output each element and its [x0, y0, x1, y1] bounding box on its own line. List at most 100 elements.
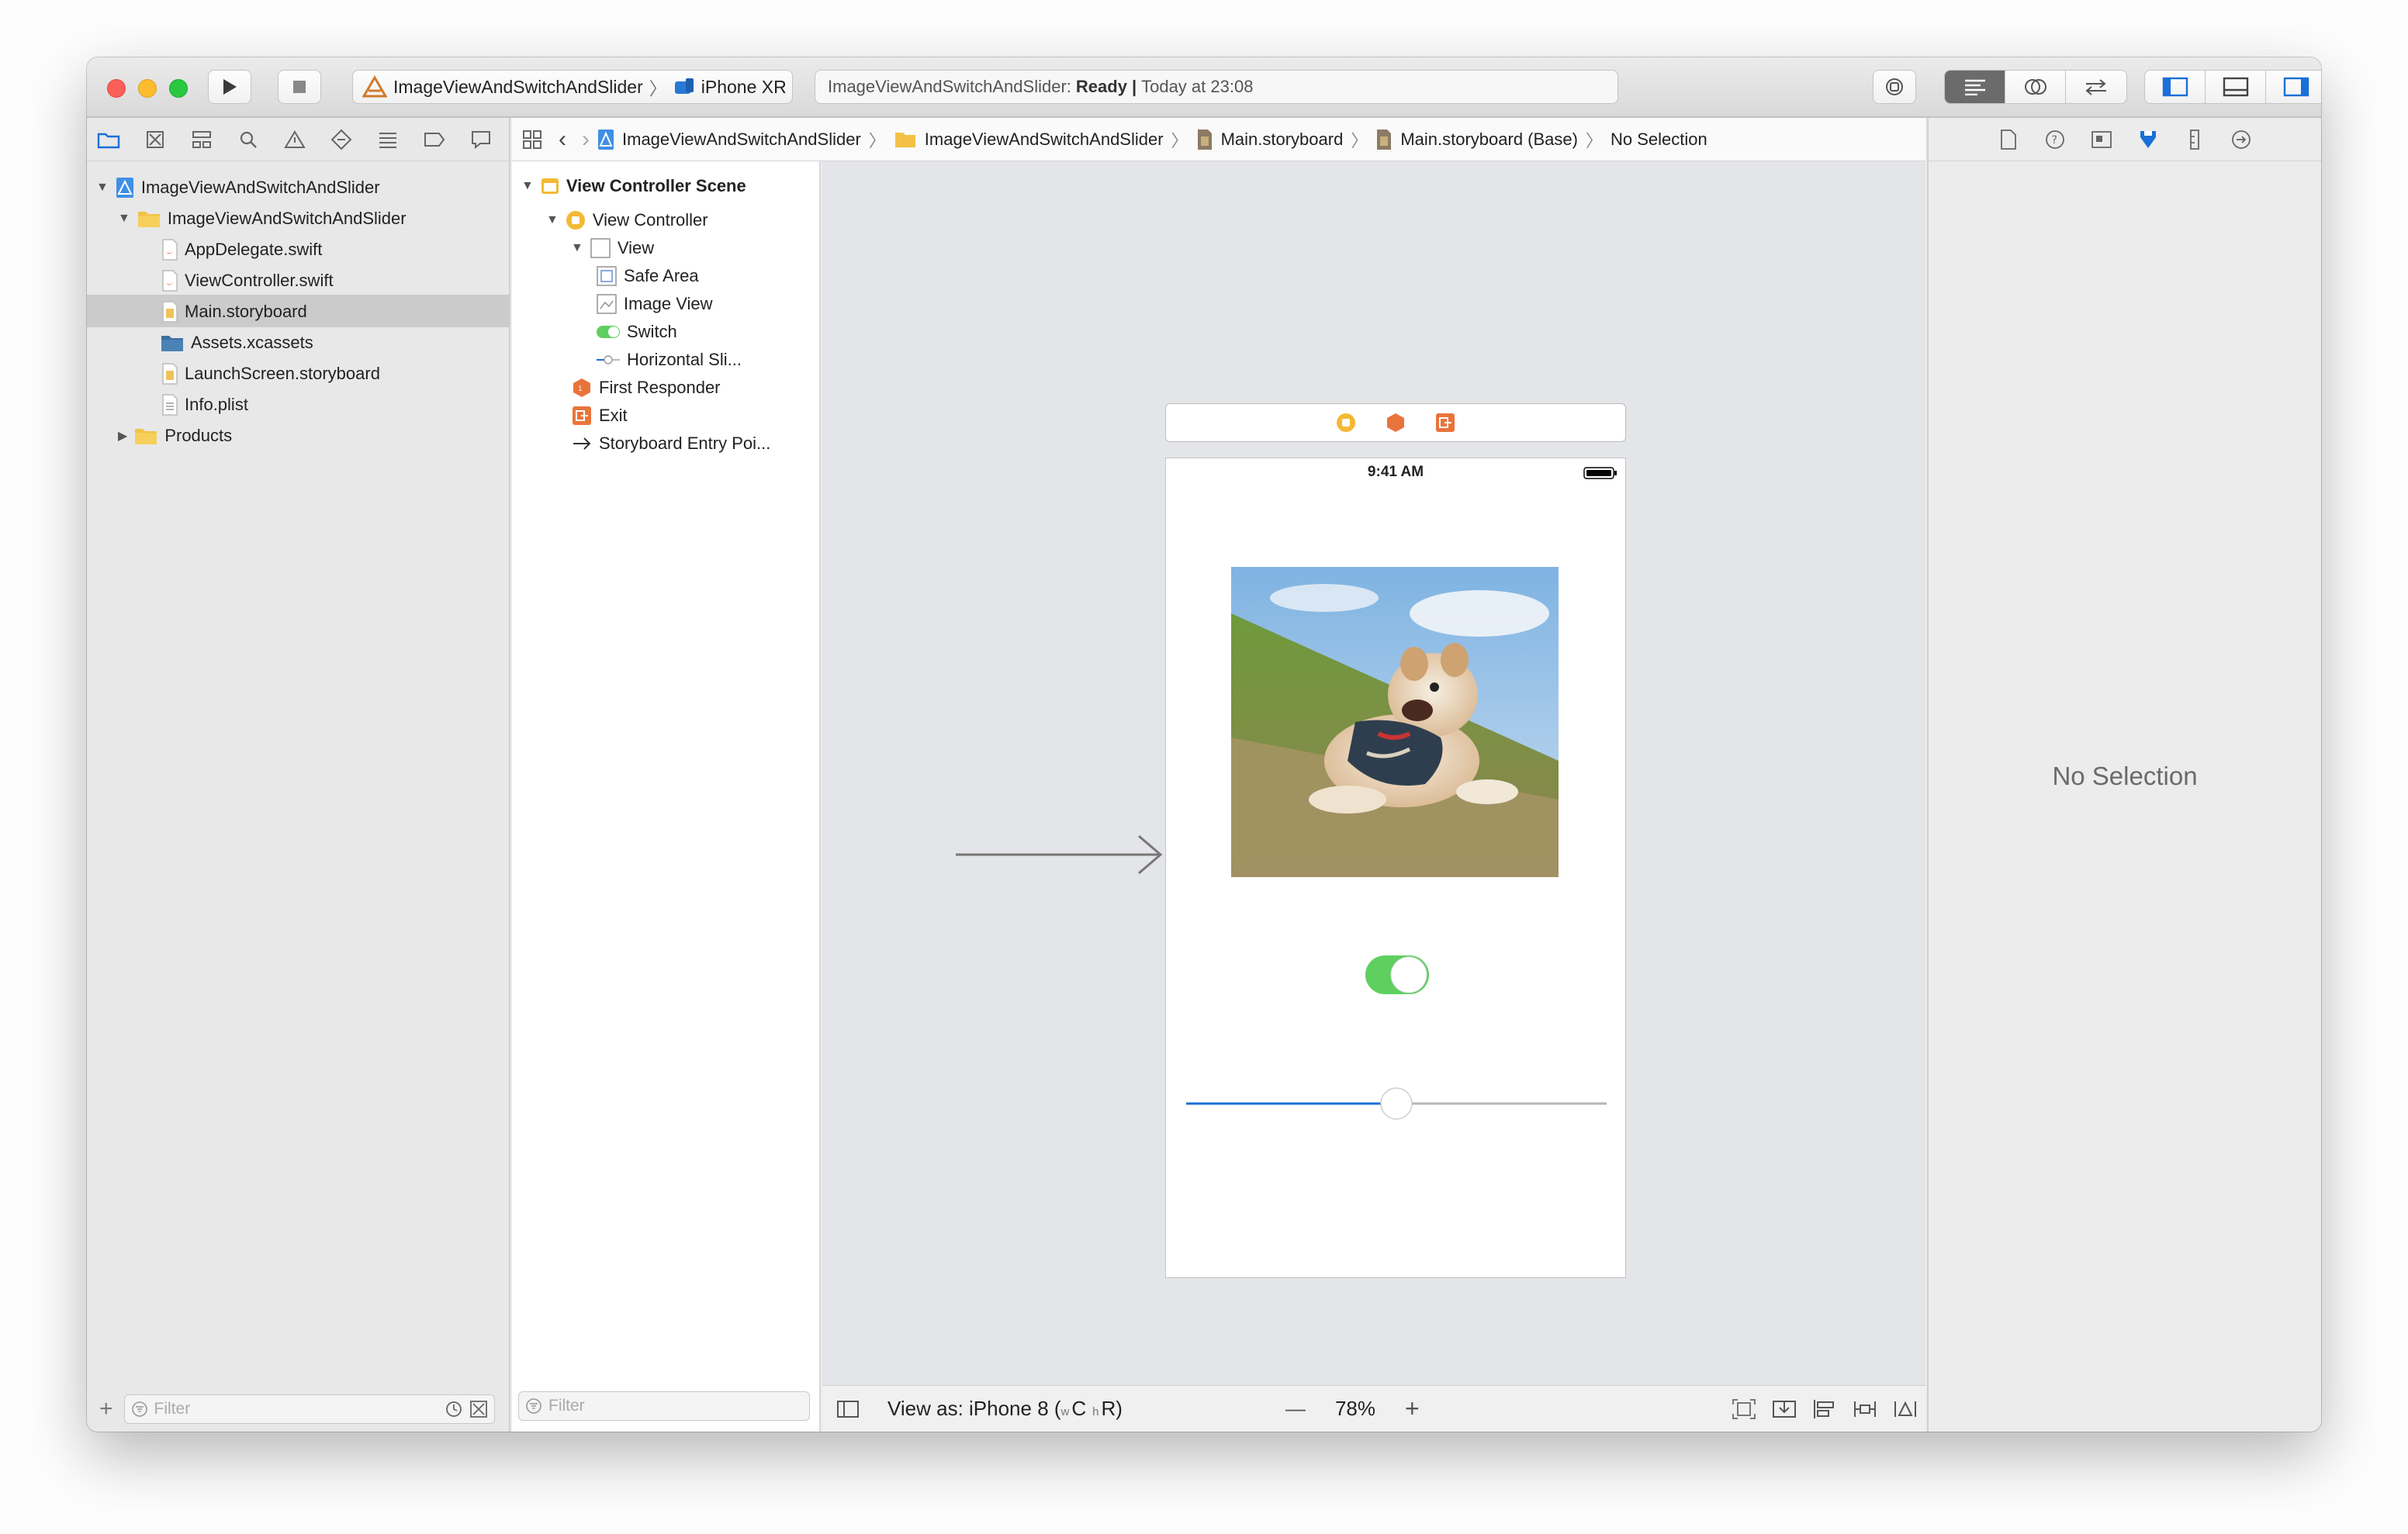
back-chevron-icon[interactable]: ‹ [559, 126, 566, 153]
file-inspector-icon[interactable] [1995, 126, 2022, 153]
forward-chevron-icon[interactable]: › [582, 126, 590, 153]
tree-row-project[interactable]: ▼ ImageViewAndSwitchAndSlider [96, 172, 380, 203]
project-file-icon [598, 129, 614, 150]
outline-footer: Filter [518, 1384, 810, 1429]
outline-item[interactable]: ▼ View [571, 234, 654, 262]
tree-row-file-selected[interactable]: Main.storyboard [161, 296, 307, 327]
device-frame[interactable]: 9:41 AM [1165, 458, 1626, 1278]
align-icon[interactable] [1812, 1398, 1837, 1420]
add-icon[interactable]: + [99, 1396, 113, 1422]
slider-control[interactable] [1185, 1087, 1608, 1121]
filter-icon [526, 1398, 541, 1414]
tree-row-group[interactable]: ▶ Products [118, 420, 232, 451]
assistant-editor-button[interactable] [2005, 71, 2066, 103]
embed-icon[interactable] [1732, 1398, 1756, 1420]
source-control-icon[interactable] [140, 124, 171, 155]
outline-item[interactable]: Storyboard Entry Poi... [571, 430, 770, 458]
jumpbar-crumb[interactable]: No Selection [1611, 130, 1707, 150]
outline-item[interactable]: ▼ View Controller [546, 206, 708, 234]
activity-time: Today at 23:08 [1141, 77, 1254, 96]
recent-files-icon[interactable] [445, 1400, 463, 1418]
toggle-navigator-button[interactable] [2145, 71, 2206, 103]
first-responder-icon: 1 [573, 378, 590, 397]
source-control-filter-icon[interactable] [469, 1400, 488, 1418]
zoom-out-button[interactable]: — [1285, 1397, 1306, 1421]
safe-area-icon [597, 266, 617, 286]
zoom-in-button[interactable]: + [1405, 1394, 1420, 1423]
outline-filter-field[interactable]: Filter [518, 1391, 810, 1421]
run-button[interactable] [208, 70, 251, 104]
stop-button[interactable] [278, 70, 321, 104]
navigator-filter-field[interactable]: Filter [123, 1394, 495, 1424]
tree-row-file[interactable]: Assets.xcassets [160, 327, 313, 358]
svg-text:1: 1 [578, 385, 583, 393]
outline-item[interactable]: Safe Area [596, 262, 699, 290]
storyboard-file-icon [162, 363, 178, 385]
disclosure-open-icon[interactable]: ▼ [546, 213, 559, 227]
tree-row-group[interactable]: ▼ ImageViewAndSwitchAndSlider [118, 203, 407, 234]
inspector-panel: ? No Selection [1927, 118, 2321, 1432]
first-responder-icon[interactable] [1385, 412, 1406, 434]
related-items-icon[interactable] [521, 129, 543, 150]
disclosure-open-icon[interactable]: ▼ [118, 212, 130, 226]
image-view[interactable] [1231, 567, 1559, 877]
tree-row-file[interactable]: Info.plist [161, 389, 248, 420]
toggle-outline-icon[interactable] [836, 1400, 860, 1418]
add-constraints-icon[interactable] [1853, 1398, 1877, 1420]
outline-item[interactable]: Exit [571, 402, 628, 430]
jumpbar-crumb[interactable]: ImageViewAndSwitchAndSlider [622, 130, 861, 150]
minimize-window-button[interactable] [138, 79, 157, 98]
outline-item[interactable]: Switch [596, 318, 677, 346]
bottom-panel-icon [2223, 77, 2248, 97]
assistant-rings-icon [2024, 79, 2046, 95]
tree-row-file[interactable]: LaunchScreen.storyboard [161, 358, 380, 389]
symbol-icon[interactable] [186, 124, 217, 155]
report-icon[interactable] [465, 124, 496, 155]
attributes-inspector-icon[interactable] [2135, 126, 2161, 153]
view-controller-icon[interactable] [1335, 412, 1357, 434]
tree-row-file[interactable]: ViewController.swift [161, 265, 334, 296]
identity-inspector-icon[interactable] [2088, 126, 2115, 153]
tree-row-file[interactable]: AppDelegate.swift [161, 234, 322, 265]
exit-icon[interactable] [1434, 412, 1456, 434]
storyboard-entry-arrow[interactable] [956, 833, 1165, 876]
folder-icon[interactable] [93, 124, 124, 155]
tree-label: ImageViewAndSwitchAndSlider [140, 178, 380, 197]
close-window-button[interactable] [107, 79, 126, 98]
zoom-window-button[interactable] [169, 79, 188, 98]
version-editor-button[interactable] [2066, 71, 2126, 103]
outline-item[interactable]: Image View [596, 290, 713, 318]
jumpbar-crumb[interactable]: Main.storyboard [1221, 130, 1344, 150]
disclosure-open-icon[interactable]: ▼ [96, 181, 109, 195]
jumpbar-crumb[interactable]: Main.storyboard (Base) [1400, 130, 1578, 150]
plist-file-icon [162, 394, 178, 416]
outline-item[interactable]: Horizontal Sli... [596, 346, 742, 374]
help-icon[interactable]: ? [2042, 126, 2068, 153]
jumpbar-crumb[interactable]: ImageViewAndSwitchAndSlider [925, 130, 1164, 150]
outline-item[interactable]: 1 First Responder [571, 374, 721, 402]
folder-icon [135, 429, 157, 444]
filter-placeholder: Filter [548, 1397, 585, 1415]
toggle-inspector-button[interactable] [2266, 71, 2321, 103]
outline-scene[interactable]: ▼ View Controller Scene [521, 172, 746, 200]
disclosure-open-icon[interactable]: ▼ [571, 241, 583, 255]
breakpoint-icon[interactable] [419, 124, 450, 155]
toggle-debug-area-button[interactable] [2206, 71, 2266, 103]
warning-icon[interactable] [279, 124, 310, 155]
inspector-tabs: ? [1929, 118, 2321, 161]
standard-editor-button[interactable] [1945, 71, 2005, 103]
search-icon[interactable] [233, 124, 264, 155]
update-frames-icon[interactable] [1772, 1398, 1797, 1420]
disclosure-open-icon[interactable]: ▼ [521, 179, 534, 193]
switch-control[interactable] [1365, 955, 1430, 995]
connections-inspector-icon[interactable] [2228, 126, 2254, 153]
storyboard-file-icon [162, 301, 178, 323]
test-icon[interactable] [326, 124, 357, 155]
disclosure-closed-icon[interactable]: ▶ [118, 428, 127, 444]
view-as-button[interactable]: View as: iPhone 8 ( w C h R) [887, 1397, 1123, 1421]
debug-icon[interactable] [372, 124, 403, 155]
size-inspector-icon[interactable] [2181, 126, 2208, 153]
scheme-selector[interactable]: ImageViewAndSwitchAndSlider 〉 iPhone XR [352, 70, 793, 104]
resolve-issues-icon[interactable] [1893, 1398, 1918, 1420]
library-button[interactable] [1873, 70, 1916, 104]
